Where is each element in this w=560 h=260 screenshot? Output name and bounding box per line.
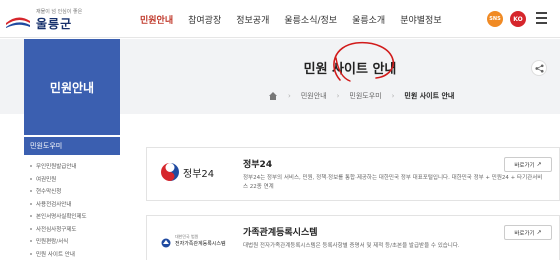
site-logo[interactable]: 재물이 넘 인심이 좋은 울릉군 xyxy=(6,6,83,32)
sns-button[interactable]: SNS xyxy=(487,11,503,27)
nav-item-field-info[interactable]: 분야별정보 xyxy=(400,13,441,26)
sidebar-item[interactable]: 무인민원발급안내 xyxy=(24,162,120,175)
card-description: 대법원 전자가족관계등록시스템은 등록사항별 증명서 및 제적 등/초본을 발급… xyxy=(243,243,460,249)
share-button[interactable] xyxy=(531,60,547,76)
external-link-icon: ↗ xyxy=(536,161,542,168)
go-button-label: 바로가기 xyxy=(514,162,535,169)
sidebar-title-box: 민원안내 xyxy=(24,39,120,135)
main-nav: 민원안내 참여광장 정보공개 울릉소식/정보 울릉소개 분야별정보 xyxy=(140,0,457,38)
logo-mark-icon xyxy=(6,17,30,28)
gov24-logo: 정부24 xyxy=(161,160,223,184)
sidebar-menu: 무인민원발급안내 여권민원 현수막신청 사용전검사안내 본인서명사실확인제도 사… xyxy=(24,162,120,260)
nav-item-about[interactable]: 울릉소개 xyxy=(352,13,385,26)
sidebar-item[interactable]: 사전심사청구제도 xyxy=(24,225,120,238)
gov24-logo-text: 정부24 xyxy=(183,169,215,180)
site-card-gov24: 정부24 정부24 정부24는 정부의 서비스, 민원, 정책·정보를 통합·제… xyxy=(146,147,560,201)
breadcrumb-item-helper[interactable]: 민원도우미 xyxy=(349,91,381,101)
hamburger-menu-icon[interactable] xyxy=(536,12,548,24)
page-title: 민원 사이트 안내 xyxy=(303,62,397,77)
breadcrumb-item-current: 민원 사이트 안내 xyxy=(404,92,455,100)
logo-slogan: 재물이 넘 인심이 좋은 xyxy=(36,9,83,15)
chevron-right-icon: › xyxy=(391,92,395,100)
card-title: 가족관계등록시스템 xyxy=(243,228,318,238)
card-title: 정부24 xyxy=(243,160,273,170)
sidebar-title: 민원안내 xyxy=(49,80,95,95)
breadcrumb-item-minwon[interactable]: 민원안내 xyxy=(301,91,327,101)
sidebar-item[interactable]: 민원편람/서식 xyxy=(24,237,120,250)
card-description: 정부24는 정부의 서비스, 민원, 정책·정보를 통합·제공하는 대한민국 정… xyxy=(243,175,543,190)
court-logo: 대한민국 법원 전자가족관계등록시스템 xyxy=(161,228,226,252)
go-button[interactable]: 바로가기 ↗ xyxy=(504,157,552,172)
sidebar-item[interactable]: 민원 사이트 안내 xyxy=(24,250,120,260)
sidebar-item[interactable]: 본인서명사실확인제도 xyxy=(24,212,120,225)
sidebar-menu-head[interactable]: 민원도우미 xyxy=(24,137,120,155)
nav-item-participation[interactable]: 참여광장 xyxy=(188,13,221,26)
court-emblem-icon xyxy=(161,238,171,248)
court-logo-text: 전자가족관계등록시스템 xyxy=(175,241,226,247)
nav-item-minwon[interactable]: 민원안내 xyxy=(140,13,173,26)
nav-item-news[interactable]: 울릉소식/정보 xyxy=(284,13,337,26)
chevron-right-icon: › xyxy=(336,92,340,100)
site-header: 재물이 넘 인심이 좋은 울릉군 민원안내 참여광장 정보공개 울릉소식/정보 … xyxy=(0,0,560,38)
language-button[interactable]: KO xyxy=(510,11,526,27)
sidebar-item[interactable]: 사용전검사안내 xyxy=(24,200,120,213)
sidebar-item[interactable]: 여권민원 xyxy=(24,175,120,188)
logo-name: 울릉군 xyxy=(36,17,73,31)
go-button[interactable]: 바로가기 ↗ xyxy=(504,225,552,240)
breadcrumb: › 민원안내 › 민원도우미 › 민원 사이트 안내 xyxy=(268,90,464,102)
go-button-label: 바로가기 xyxy=(514,230,535,237)
site-card-family-registry: 대한민국 법원 전자가족관계등록시스템 가족관계등록시스템 대법원 전자가족관계… xyxy=(146,215,560,260)
share-icon xyxy=(534,63,544,73)
nav-item-info-disclosure[interactable]: 정보공개 xyxy=(236,13,269,26)
sidebar-item[interactable]: 현수막신청 xyxy=(24,187,120,200)
external-link-icon: ↗ xyxy=(536,229,542,236)
chevron-right-icon: › xyxy=(288,92,291,100)
taegeuk-icon xyxy=(161,163,179,181)
home-icon[interactable] xyxy=(268,91,278,101)
